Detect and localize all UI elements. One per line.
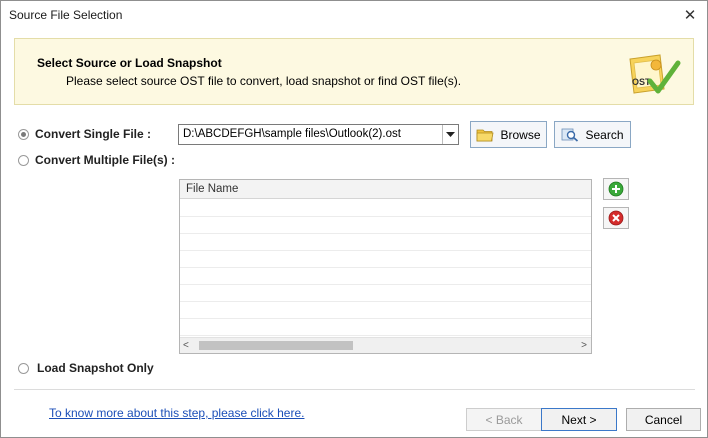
close-icon: ✕ — [683, 7, 697, 24]
snapshot-radio[interactable] — [18, 362, 29, 374]
file-name-column-header[interactable]: File Name — [180, 180, 591, 199]
back-button[interactable]: < Back — [466, 408, 542, 431]
window-title: Source File Selection — [9, 8, 123, 22]
list-item[interactable] — [180, 302, 591, 319]
browse-label: Browse — [500, 127, 541, 142]
combo-dropdown-button[interactable] — [442, 125, 458, 144]
convert-multiple-files-option[interactable]: Convert Multiple File(s) : — [18, 153, 175, 167]
ost-logo-icon: OST — [629, 54, 681, 94]
list-item[interactable] — [180, 285, 591, 302]
search-icon — [561, 128, 579, 142]
search-button[interactable]: Search — [554, 121, 631, 148]
file-path-combobox[interactable]: D:\ABCDEFGH\sample files\Outlook(2).ost — [178, 124, 459, 145]
remove-file-button[interactable] — [603, 207, 629, 229]
file-name-header-label: File Name — [186, 183, 239, 195]
add-file-button[interactable] — [603, 178, 629, 200]
browse-button[interactable]: Browse — [470, 121, 547, 148]
list-item[interactable] — [180, 319, 591, 336]
list-item[interactable] — [180, 200, 591, 217]
back-label: < Back — [485, 412, 523, 427]
close-button[interactable]: ✕ — [673, 1, 707, 29]
file-list[interactable]: File Name < > — [179, 179, 592, 354]
load-snapshot-option[interactable]: Load Snapshot Only — [18, 361, 154, 375]
list-item[interactable] — [180, 217, 591, 234]
file-path-value: D:\ABCDEFGH\sample files\Outlook(2).ost — [183, 128, 401, 140]
horizontal-scrollbar[interactable]: < > — [180, 337, 591, 353]
scroll-left-icon[interactable]: < — [183, 340, 189, 351]
search-label: Search — [585, 127, 624, 142]
cancel-button[interactable]: Cancel — [626, 408, 701, 431]
multiple-files-radio[interactable] — [18, 154, 29, 166]
list-item[interactable] — [180, 251, 591, 268]
scroll-right-icon[interactable]: > — [581, 340, 587, 351]
source-file-selection-dialog: Source File Selection ✕ Select Source or… — [0, 0, 708, 438]
folder-icon — [476, 128, 494, 142]
multiple-files-label: Convert Multiple File(s) : — [35, 153, 176, 167]
cancel-label: Cancel — [644, 412, 683, 427]
footer-divider — [14, 389, 695, 390]
add-icon — [608, 181, 624, 197]
next-label: Next > — [561, 412, 597, 427]
convert-single-file-option[interactable]: Convert Single File : — [18, 127, 151, 141]
list-item[interactable] — [180, 268, 591, 285]
next-button[interactable]: Next > — [541, 408, 617, 431]
help-link[interactable]: To know more about this step, please cli… — [49, 406, 304, 420]
list-item[interactable] — [180, 234, 591, 251]
banner-title: Select Source or Load Snapshot — [37, 56, 222, 70]
chevron-down-icon — [446, 131, 455, 137]
header-banner: Select Source or Load Snapshot Please se… — [14, 38, 694, 105]
scrollbar-thumb[interactable] — [199, 341, 353, 350]
single-file-label: Convert Single File : — [35, 127, 152, 141]
title-bar: Source File Selection ✕ — [1, 1, 707, 29]
banner-description: Please select source OST file to convert… — [66, 74, 462, 88]
single-file-radio[interactable] — [18, 128, 29, 140]
snapshot-label: Load Snapshot Only — [37, 361, 154, 375]
remove-icon — [608, 210, 624, 226]
